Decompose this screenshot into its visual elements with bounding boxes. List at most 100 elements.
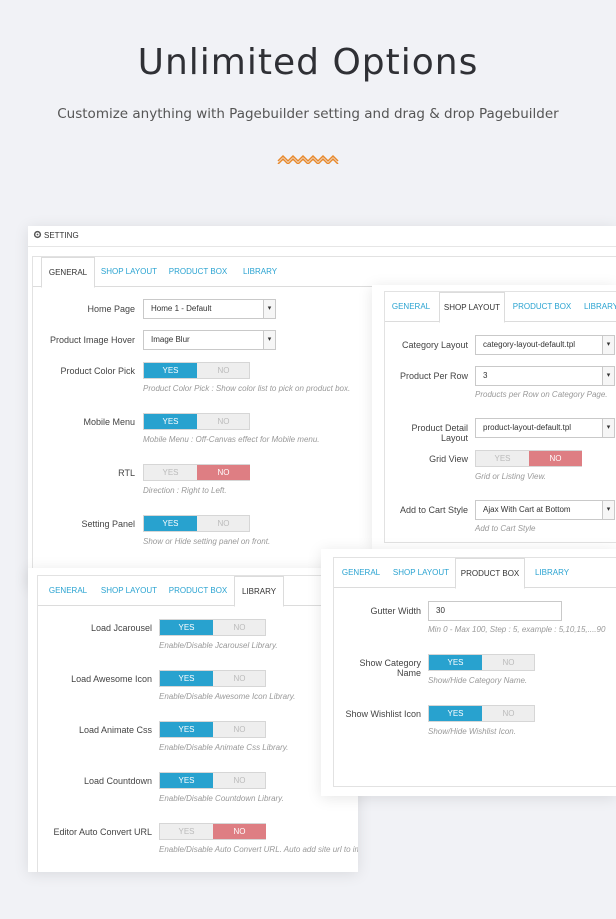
toggle-no[interactable]: NO bbox=[213, 773, 266, 788]
load-jcarousel-label: Load Jcarousel bbox=[90, 623, 152, 633]
toggle-yes[interactable]: YES bbox=[144, 363, 197, 378]
rtl-hint: Direction : Right to Left. bbox=[143, 486, 227, 495]
product-per-row-label: Product Per Row bbox=[399, 371, 468, 381]
tab-shop-layout[interactable]: SHOP LAYOUT bbox=[99, 257, 159, 288]
load-awesome-icon-toggle[interactable]: YES NO bbox=[159, 670, 266, 687]
grid-view-hint: Grid or Listing View. bbox=[475, 472, 546, 481]
home-page-label: Home Page bbox=[87, 304, 135, 314]
show-category-name-hint: Show/Hide Category Name. bbox=[428, 676, 528, 685]
load-jcarousel-toggle[interactable]: YES NO bbox=[159, 619, 266, 636]
toggle-yes[interactable]: YES bbox=[144, 516, 197, 531]
editor-auto-convert-url-label: Editor Auto Convert URL bbox=[53, 827, 152, 837]
toggle-no[interactable]: NO bbox=[213, 671, 266, 686]
tab-shop-layout[interactable]: SHOP LAYOUT bbox=[98, 576, 160, 607]
toggle-no[interactable]: NO bbox=[197, 465, 250, 480]
toggle-yes[interactable]: YES bbox=[160, 620, 213, 635]
product-per-row-select[interactable]: 3 ▾ bbox=[475, 366, 615, 386]
grid-view-label: Grid View bbox=[429, 454, 468, 464]
shop-layout-panel: GENERAL SHOP LAYOUT PRODUCT BOX LIBRARY … bbox=[372, 285, 616, 549]
toggle-yes[interactable]: YES bbox=[160, 671, 213, 686]
product-color-pick-label: Product Color Pick bbox=[60, 366, 135, 376]
chevron-down-icon: ▾ bbox=[602, 419, 614, 437]
load-countdown-hint: Enable/Disable Countdown Library. bbox=[159, 794, 284, 803]
tab-general[interactable]: GENERAL bbox=[336, 558, 386, 589]
tab-product-box[interactable]: PRODUCT BOX bbox=[167, 257, 229, 288]
toggle-yes[interactable]: YES bbox=[160, 722, 213, 737]
toggle-yes[interactable]: YES bbox=[144, 414, 197, 429]
category-layout-label: Category Layout bbox=[401, 340, 468, 350]
tab-library[interactable]: LIBRARY bbox=[530, 558, 574, 589]
category-layout-value: category-layout-default.tpl bbox=[483, 340, 576, 349]
tab-general[interactable]: GENERAL bbox=[387, 292, 435, 323]
setting-header-label: SETTING bbox=[44, 231, 79, 240]
toggle-yes[interactable]: YES bbox=[429, 655, 482, 670]
show-category-name-toggle[interactable]: YES NO bbox=[428, 654, 535, 671]
toggle-yes[interactable]: YES bbox=[429, 706, 482, 721]
setting-panel-label: Setting Panel bbox=[81, 519, 135, 529]
show-wishlist-icon-toggle[interactable]: YES NO bbox=[428, 705, 535, 722]
tab-shop-layout[interactable]: SHOP LAYOUT bbox=[390, 558, 452, 589]
product-detail-layout-select[interactable]: product-layout-default.tpl ▾ bbox=[475, 418, 615, 438]
product-color-pick-hint: Product Color Pick : Show color list to … bbox=[143, 384, 351, 393]
mobile-menu-label: Mobile Menu bbox=[83, 417, 135, 427]
toggle-yes[interactable]: YES bbox=[160, 824, 213, 839]
load-awesome-icon-hint: Enable/Disable Awesome Icon Library. bbox=[159, 692, 296, 701]
load-animate-css-toggle[interactable]: YES NO bbox=[159, 721, 266, 738]
mobile-menu-hint: Mobile Menu : Off-Canvas effect for Mobi… bbox=[143, 435, 320, 444]
product-detail-layout-label: Product Detail Layout bbox=[411, 423, 468, 443]
tab-library[interactable]: LIBRARY bbox=[234, 576, 284, 607]
load-countdown-toggle[interactable]: YES NO bbox=[159, 772, 266, 789]
tab-product-box[interactable]: PRODUCT BOX bbox=[509, 292, 575, 323]
chevron-down-icon: ▾ bbox=[602, 336, 614, 354]
wave-divider-icon bbox=[277, 154, 339, 164]
product-per-row-value: 3 bbox=[483, 371, 488, 380]
setting-panel-toggle[interactable]: YES NO bbox=[143, 515, 250, 532]
toggle-no[interactable]: NO bbox=[529, 451, 582, 466]
tab-general[interactable]: GENERAL bbox=[41, 257, 95, 288]
product-image-hover-select[interactable]: Image Blur ▾ bbox=[143, 330, 276, 350]
show-wishlist-icon-hint: Show/Hide Wishlist Icon. bbox=[428, 727, 516, 736]
category-layout-select[interactable]: category-layout-default.tpl ▾ bbox=[475, 335, 615, 355]
add-to-cart-style-hint: Add to Cart Style bbox=[475, 524, 536, 533]
home-page-value: Home 1 - Default bbox=[151, 304, 212, 313]
toggle-yes[interactable]: YES bbox=[160, 773, 213, 788]
toggle-yes[interactable]: YES bbox=[476, 451, 529, 466]
toggle-no[interactable]: NO bbox=[482, 706, 535, 721]
toggle-no[interactable]: NO bbox=[213, 722, 266, 737]
toggle-no[interactable]: NO bbox=[197, 516, 250, 531]
add-to-cart-style-select[interactable]: Ajax With Cart at Bottom ▾ bbox=[475, 500, 615, 520]
product-box-panel: GENERAL SHOP LAYOUT PRODUCT BOX LIBRARY … bbox=[321, 549, 616, 796]
tab-library[interactable]: LIBRARY bbox=[581, 292, 616, 323]
toggle-yes[interactable]: YES bbox=[144, 465, 197, 480]
setting-panel-hint: Show or Hide setting panel on front. bbox=[143, 537, 271, 546]
product-image-hover-label: Product Image Hover bbox=[49, 335, 135, 345]
toggle-no[interactable]: NO bbox=[213, 824, 266, 839]
mobile-menu-toggle[interactable]: YES NO bbox=[143, 413, 250, 430]
product-detail-layout-value: product-layout-default.tpl bbox=[483, 423, 572, 432]
toggle-no[interactable]: NO bbox=[197, 414, 250, 429]
editor-auto-convert-url-toggle[interactable]: YES NO bbox=[159, 823, 266, 840]
grid-view-toggle[interactable]: YES NO bbox=[475, 450, 582, 467]
load-animate-css-label: Load Animate Css bbox=[78, 725, 152, 735]
gutter-width-hint: Min 0 - Max 100, Step : 5, example : 5,1… bbox=[428, 625, 606, 634]
toggle-no[interactable]: NO bbox=[213, 620, 266, 635]
load-animate-css-hint: Enable/Disable Animate Css Library. bbox=[159, 743, 289, 752]
add-to-cart-style-value: Ajax With Cart at Bottom bbox=[483, 505, 571, 514]
tab-shop-layout[interactable]: SHOP LAYOUT bbox=[439, 292, 505, 323]
add-to-cart-style-label: Add to Cart Style bbox=[399, 505, 468, 515]
tab-general[interactable]: GENERAL bbox=[44, 576, 92, 607]
tab-library[interactable]: LIBRARY bbox=[239, 257, 281, 288]
tab-product-box[interactable]: PRODUCT BOX bbox=[455, 558, 525, 589]
rtl-toggle[interactable]: YES NO bbox=[143, 464, 250, 481]
toggle-no[interactable]: NO bbox=[197, 363, 250, 378]
gutter-width-input[interactable]: 30 bbox=[428, 601, 562, 621]
home-page-select[interactable]: Home 1 - Default ▾ bbox=[143, 299, 276, 319]
gutter-width-label: Gutter Width bbox=[370, 606, 421, 616]
load-jcarousel-hint: Enable/Disable Jcarousel Library. bbox=[159, 641, 278, 650]
library-panel: GENERAL SHOP LAYOUT PRODUCT BOX LIBRARY … bbox=[28, 568, 358, 872]
load-countdown-label: Load Countdown bbox=[83, 776, 152, 786]
toggle-no[interactable]: NO bbox=[482, 655, 535, 670]
page-subtitle: Customize anything with Pagebuilder sett… bbox=[57, 106, 559, 122]
tab-product-box[interactable]: PRODUCT BOX bbox=[166, 576, 230, 607]
product-color-pick-toggle[interactable]: YES NO bbox=[143, 362, 250, 379]
